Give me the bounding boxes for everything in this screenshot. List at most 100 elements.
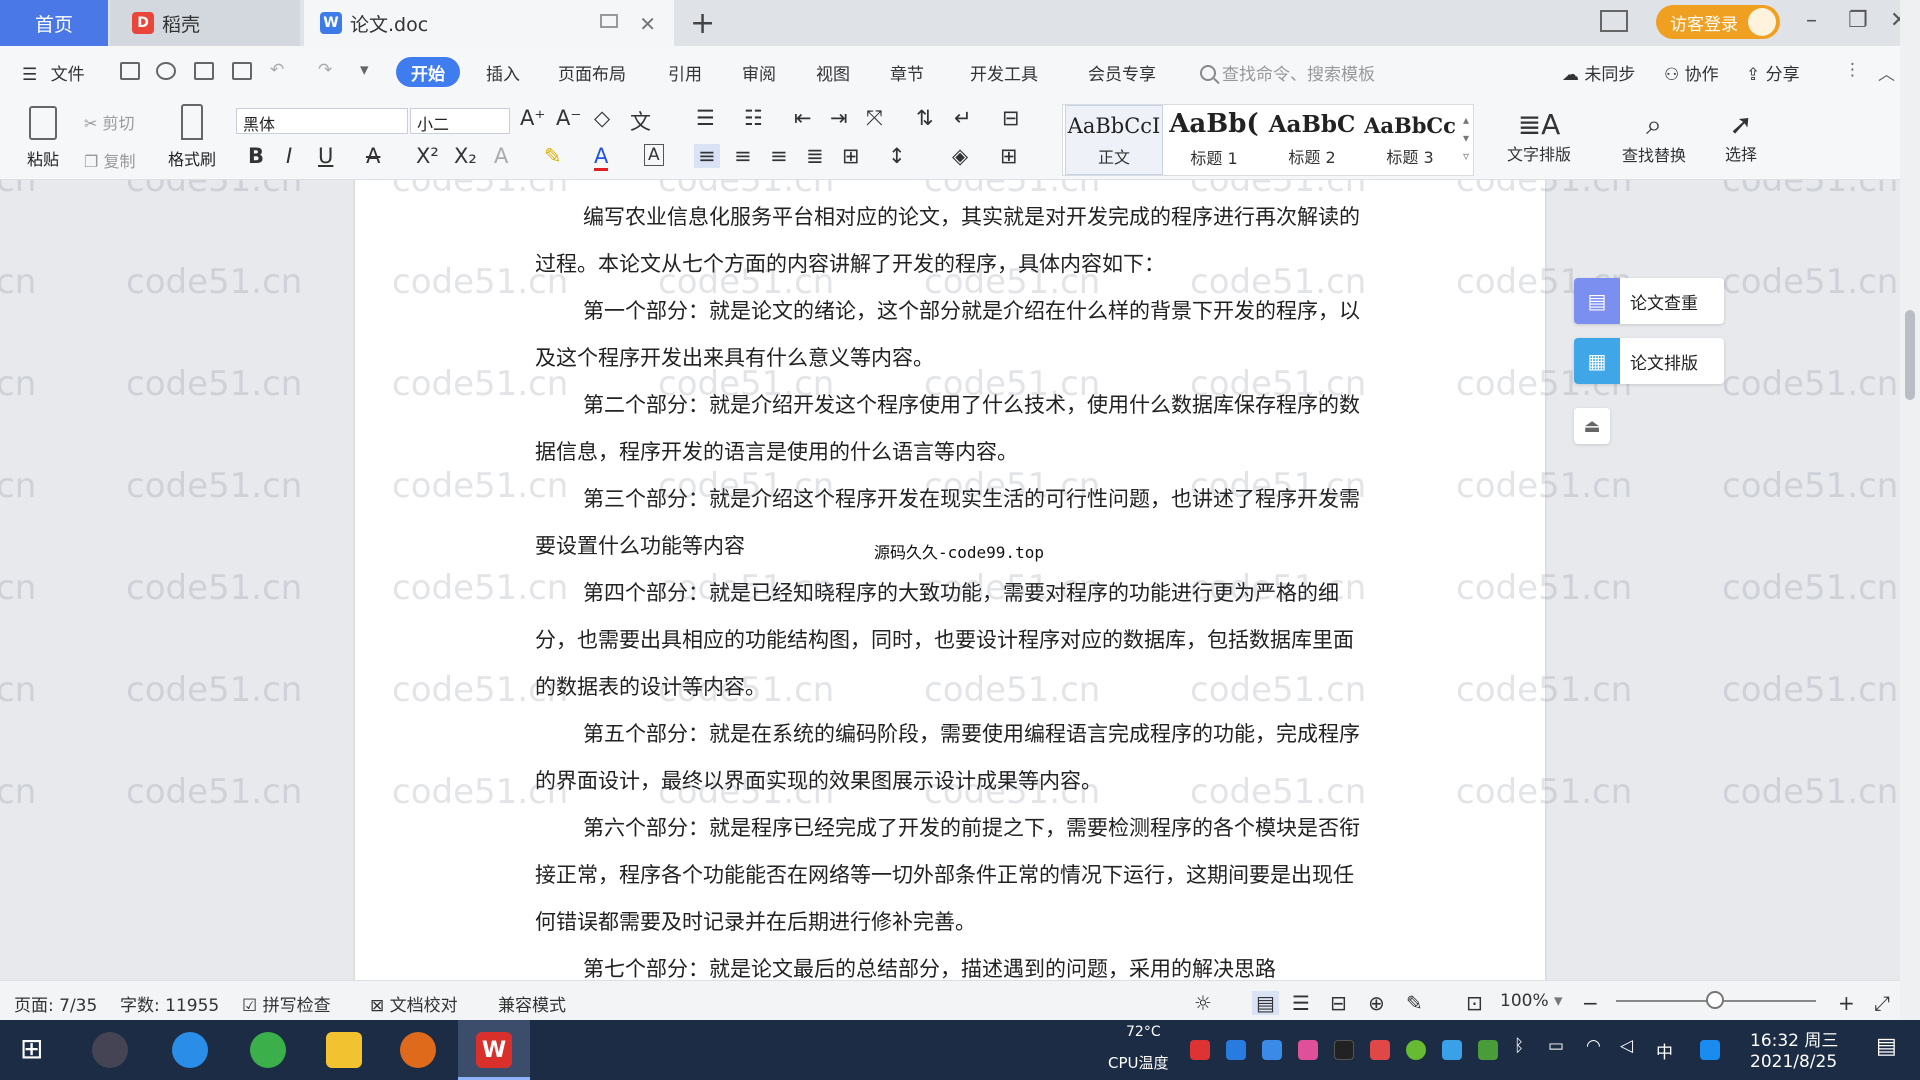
tab-view[interactable]: 视图	[816, 60, 850, 85]
chinese-layout-icon[interactable]: ⤧	[866, 106, 883, 131]
tray-app-icon-4[interactable]	[1370, 1040, 1390, 1060]
clear-format-icon[interactable]: ◇	[594, 106, 610, 130]
eye-protect-icon[interactable]: ☼	[1194, 991, 1212, 1015]
style-heading-2[interactable]: AaBbC 标题 2	[1263, 105, 1361, 175]
style-scroll-icon[interactable]: ▴ ▾ ▿	[1463, 111, 1469, 165]
bluetooth-icon[interactable]: ᛒ	[1514, 1036, 1524, 1056]
italic-icon[interactable]: I	[286, 144, 292, 168]
bold-icon[interactable]: B	[248, 144, 264, 168]
paragraph-part-1[interactable]: 第一个部分：就是论文的绪论，这个部分就是介绍在什么样的背景下开发的程序，以及这个…	[535, 288, 1365, 382]
layout-icon[interactable]	[1600, 10, 1628, 32]
shield-icon[interactable]	[1262, 1040, 1282, 1060]
browser-icon[interactable]	[250, 1032, 286, 1068]
show-marks-icon[interactable]: ↵	[954, 106, 972, 130]
tab-daoke[interactable]: D 稻壳	[110, 0, 300, 46]
clock-date[interactable]: 2021/8/25	[1750, 1052, 1837, 1072]
ime-indicator[interactable]: 中	[1656, 1038, 1673, 1063]
qq-icon[interactable]	[1334, 1040, 1354, 1060]
superscript-icon[interactable]: X²	[416, 144, 439, 168]
file-explorer-icon[interactable]	[326, 1032, 362, 1068]
select-button[interactable]: ➚ 选择	[1714, 108, 1768, 165]
word-count[interactable]: 字数: 11955	[120, 991, 219, 1016]
customize-dropdown-icon[interactable]: ▾	[360, 60, 369, 80]
outline-view-icon[interactable]: ☰	[1292, 991, 1310, 1015]
format-painter-button[interactable]: 格式刷	[162, 104, 222, 174]
zoom-slider-handle[interactable]	[1706, 991, 1724, 1009]
qq-browser-icon[interactable]	[1700, 1040, 1720, 1060]
phonetic-icon[interactable]: 文	[630, 106, 651, 136]
style-normal[interactable]: AaBbCcI 正文	[1065, 105, 1163, 175]
tab-review[interactable]: 审阅	[742, 60, 776, 85]
proofread-button[interactable]: ⊠ 文档校对	[370, 991, 458, 1016]
tray-app-icon-3[interactable]	[1298, 1040, 1318, 1060]
strikethrough-icon[interactable]: A	[366, 144, 380, 168]
print-icon[interactable]	[194, 62, 214, 80]
paragraph-part-4[interactable]: 第四个部分：就是已经知晓程序的大致功能，需要对程序的功能进行更为严格的细分，也需…	[535, 570, 1365, 711]
unsynced-button[interactable]: ☁ 未同步	[1562, 60, 1635, 85]
paragraph-part-5[interactable]: 第五个部分：就是在系统的编码阶段，需要使用编程语言完成程序的功能，完成程序的界面…	[535, 711, 1365, 805]
minimize-icon[interactable]: –	[1806, 8, 1817, 33]
font-name-select[interactable]: 黑体	[236, 108, 408, 134]
clock-time[interactable]: 16:32 周三	[1750, 1026, 1838, 1051]
tab-member[interactable]: 会员专享	[1088, 60, 1156, 85]
tab-chapter[interactable]: 章节	[890, 60, 924, 85]
copy-button[interactable]: ❐ 复制	[84, 148, 135, 172]
paragraph-part-2[interactable]: 第二个部分：就是介绍开发这个程序使用了什么技术，使用什么数据库保存程序的数据信息…	[535, 382, 1365, 476]
paste-button[interactable]: 粘贴	[16, 104, 70, 174]
text-effect-icon[interactable]: A	[494, 144, 508, 168]
nvidia-icon[interactable]	[1478, 1040, 1498, 1060]
tab-document[interactable]: W 论文.doc ✕	[304, 0, 674, 46]
file-menu[interactable]: ☰ 文件	[22, 60, 85, 85]
style-heading-3[interactable]: AaBbCc 标题 3	[1361, 105, 1459, 175]
find-replace-button[interactable]: ⌕ 查找替换	[1606, 108, 1702, 166]
output-icon[interactable]	[156, 62, 176, 80]
tab-insert[interactable]: 插入	[486, 60, 520, 85]
paper-check-button[interactable]: ▤ 论文查重	[1574, 278, 1724, 324]
notification-icon[interactable]: ▤	[1876, 1034, 1897, 1059]
font-color-icon[interactable]: A	[594, 144, 609, 171]
shading-icon[interactable]: ◈	[952, 144, 968, 168]
visitor-login-button[interactable]: 访客登录	[1656, 5, 1780, 39]
window-icon[interactable]	[600, 14, 618, 28]
paragraph-part-7[interactable]: 第七个部分：就是论文最后的总结部分，描述遇到的问题，采用的解决思路	[535, 946, 1365, 980]
zoom-level[interactable]: 100% ▾	[1500, 991, 1563, 1011]
underline-icon[interactable]: U	[318, 144, 333, 168]
fullscreen-icon[interactable]: ⤢	[1874, 991, 1890, 1015]
undo-icon[interactable]: ↶	[270, 60, 284, 80]
restore-icon[interactable]: ❐	[1848, 8, 1868, 33]
fan-app-icon[interactable]	[92, 1032, 128, 1068]
align-left-icon[interactable]: ≡	[694, 144, 720, 168]
save-icon[interactable]	[120, 62, 140, 80]
scrollbar-thumb[interactable]	[1905, 310, 1915, 400]
collaborate-button[interactable]: ⚇ 协作	[1664, 60, 1719, 85]
collapse-ribbon-icon[interactable]: ︿	[1878, 60, 1895, 85]
char-border-icon[interactable]: A	[644, 144, 664, 166]
vertical-scrollbar[interactable]	[1900, 0, 1920, 1020]
tabs-icon[interactable]: ⊟	[1002, 106, 1020, 130]
side-collapse-button[interactable]: ⏏	[1574, 408, 1610, 444]
command-search[interactable]: 查找命令、搜索模板	[1200, 60, 1375, 85]
redo-icon[interactable]: ↷	[318, 60, 332, 80]
tab-references[interactable]: 引用	[668, 60, 702, 85]
highlight-icon[interactable]: ✎	[544, 144, 562, 168]
font-size-select[interactable]: 小二	[410, 108, 510, 134]
text-layout-button[interactable]: ≣A 文字排版	[1494, 108, 1584, 165]
zoom-in-icon[interactable]: +	[1838, 991, 1855, 1015]
pen-icon[interactable]: ✎	[1406, 991, 1423, 1015]
fit-page-icon[interactable]: ⊡	[1466, 991, 1483, 1015]
subscript-icon[interactable]: X₂	[454, 144, 477, 168]
volume-icon[interactable]: ◁	[1620, 1036, 1633, 1056]
style-heading-1[interactable]: AaBb( 标题 1	[1165, 105, 1263, 175]
share-button[interactable]: ⇪ 分享	[1746, 60, 1800, 85]
cut-button[interactable]: ✂ 剪切	[84, 110, 135, 134]
borders-icon[interactable]: ⊞	[1000, 144, 1018, 168]
tray-app-icon-2[interactable]	[1226, 1040, 1246, 1060]
print-preview-icon[interactable]	[232, 62, 252, 80]
tab-home[interactable]: 首页	[0, 0, 108, 46]
wifi-icon[interactable]: ◠	[1586, 1036, 1601, 1056]
page-view-icon[interactable]: ▤	[1252, 991, 1279, 1015]
tray-app-icon-5[interactable]	[1406, 1040, 1426, 1060]
battery-icon[interactable]: ▭	[1548, 1036, 1564, 1056]
shrink-font-icon[interactable]: A⁻	[556, 106, 581, 130]
more-icon[interactable]: ⋮	[1844, 60, 1861, 80]
